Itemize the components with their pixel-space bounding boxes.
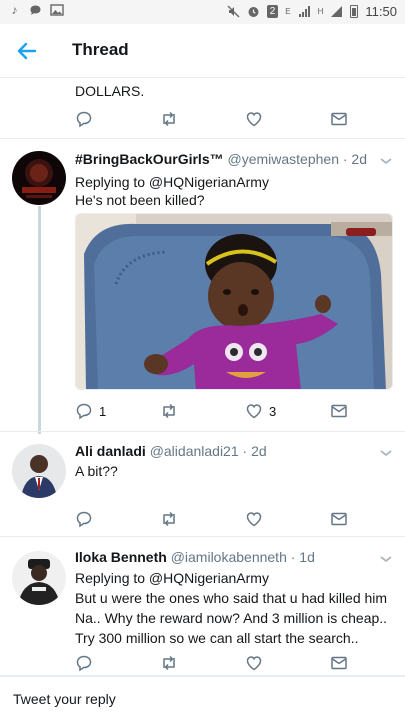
like-count: 3	[269, 403, 277, 419]
image-icon	[50, 4, 64, 17]
avatar[interactable]	[12, 444, 66, 498]
reply-count: 1	[99, 403, 107, 419]
user-name[interactable]: Ali danladi	[75, 443, 146, 459]
reply-button[interactable]	[75, 109, 93, 129]
music-note-icon: ♪	[11, 3, 18, 17]
retweet-icon	[163, 655, 175, 671]
retweet-button[interactable]	[160, 109, 178, 129]
envelope-icon	[331, 512, 347, 526]
heart-icon	[246, 656, 262, 671]
reply-icon	[76, 111, 92, 128]
network-type-label-2: H	[317, 7, 324, 16]
app-bar: Thread	[0, 24, 405, 78]
chat-bubble-icon	[29, 4, 42, 17]
arrow-left-icon	[17, 42, 37, 60]
retweet-button[interactable]	[160, 401, 178, 421]
like-button[interactable]	[245, 109, 263, 129]
chevron-down-icon[interactable]	[379, 156, 393, 166]
tweet-ali-danladi[interactable]: Ali danladi @alidanladi21 · 2d A bit??	[0, 431, 405, 537]
status-bar: ♪ 2 E H 11:50	[0, 0, 405, 24]
envelope-icon	[331, 112, 347, 126]
reply-context[interactable]: Replying to @HQNigerianArmy	[75, 568, 391, 588]
tweet-text-line: Try 300 million so we can all start the …	[75, 630, 359, 646]
reply-icon	[76, 655, 92, 672]
reply-button[interactable]	[75, 653, 93, 673]
heart-icon	[246, 512, 262, 527]
reply-context[interactable]: Replying to @HQNigerianArmy	[75, 172, 391, 192]
tweet-text-line: But u were the ones who said that u had …	[75, 590, 388, 606]
user-handle: @alidanladi21 · 2d	[149, 443, 267, 459]
reply-button[interactable]	[75, 509, 93, 529]
dm-button[interactable]	[330, 653, 348, 673]
dm-button[interactable]	[330, 509, 348, 529]
avatar[interactable]	[12, 151, 66, 205]
chevron-down-icon[interactable]	[379, 448, 393, 458]
retweet-icon	[163, 511, 175, 527]
envelope-icon	[331, 656, 347, 670]
signal-icon	[298, 5, 311, 18]
tweet-photo[interactable]	[75, 213, 393, 390]
tweet-iloka-benneth[interactable]: Iloka Benneth @iamilokabenneth · 1d Repl…	[0, 537, 405, 676]
tweet-text: DOLLARS.	[75, 83, 145, 99]
dm-button[interactable]	[330, 401, 348, 421]
mute-icon	[227, 5, 240, 18]
reply-icon	[76, 511, 92, 528]
envelope-icon	[331, 404, 347, 418]
thread-connector	[38, 206, 41, 434]
dm-button[interactable]	[330, 109, 348, 129]
sim-badge: 2	[266, 5, 279, 18]
back-button[interactable]	[14, 38, 40, 64]
battery-icon	[350, 5, 359, 18]
retweet-button[interactable]	[160, 653, 178, 673]
tweet-text: A bit??	[75, 463, 118, 479]
user-handle: @yemiwastephen · 2d	[227, 151, 368, 167]
signal-icon-2	[330, 5, 343, 18]
heart-icon	[246, 112, 262, 127]
retweet-button[interactable]	[160, 509, 178, 529]
tweet-text-line: Na.. Why the reward now? And 3 million i…	[75, 610, 388, 626]
tweet-text: He's not been killed?	[75, 192, 205, 208]
chevron-down-icon[interactable]	[379, 554, 393, 564]
reply-icon	[76, 403, 92, 420]
user-handle: @iamilokabenneth · 1d	[170, 549, 315, 565]
user-name[interactable]: Iloka Benneth	[75, 549, 167, 565]
like-button[interactable]	[245, 509, 263, 529]
page-title: Thread	[72, 40, 129, 59]
network-type-label: E	[285, 7, 291, 16]
clock: 11:50	[365, 4, 397, 19]
heart-icon	[246, 404, 262, 419]
avatar[interactable]	[12, 551, 66, 605]
like-button[interactable]: 3	[245, 401, 276, 421]
retweet-icon	[163, 403, 175, 419]
user-name[interactable]: #BringBackOurGirls™	[75, 151, 224, 167]
like-button[interactable]	[245, 653, 263, 673]
previous-tweet[interactable]: DOLLARS.	[0, 78, 405, 139]
reply-input-placeholder[interactable]: Tweet your reply	[13, 691, 116, 707]
reply-button[interactable]: 1	[75, 401, 106, 421]
retweet-icon	[163, 111, 175, 127]
alarm-icon	[247, 5, 260, 18]
reply-composer[interactable]: Tweet your reply	[0, 676, 405, 720]
